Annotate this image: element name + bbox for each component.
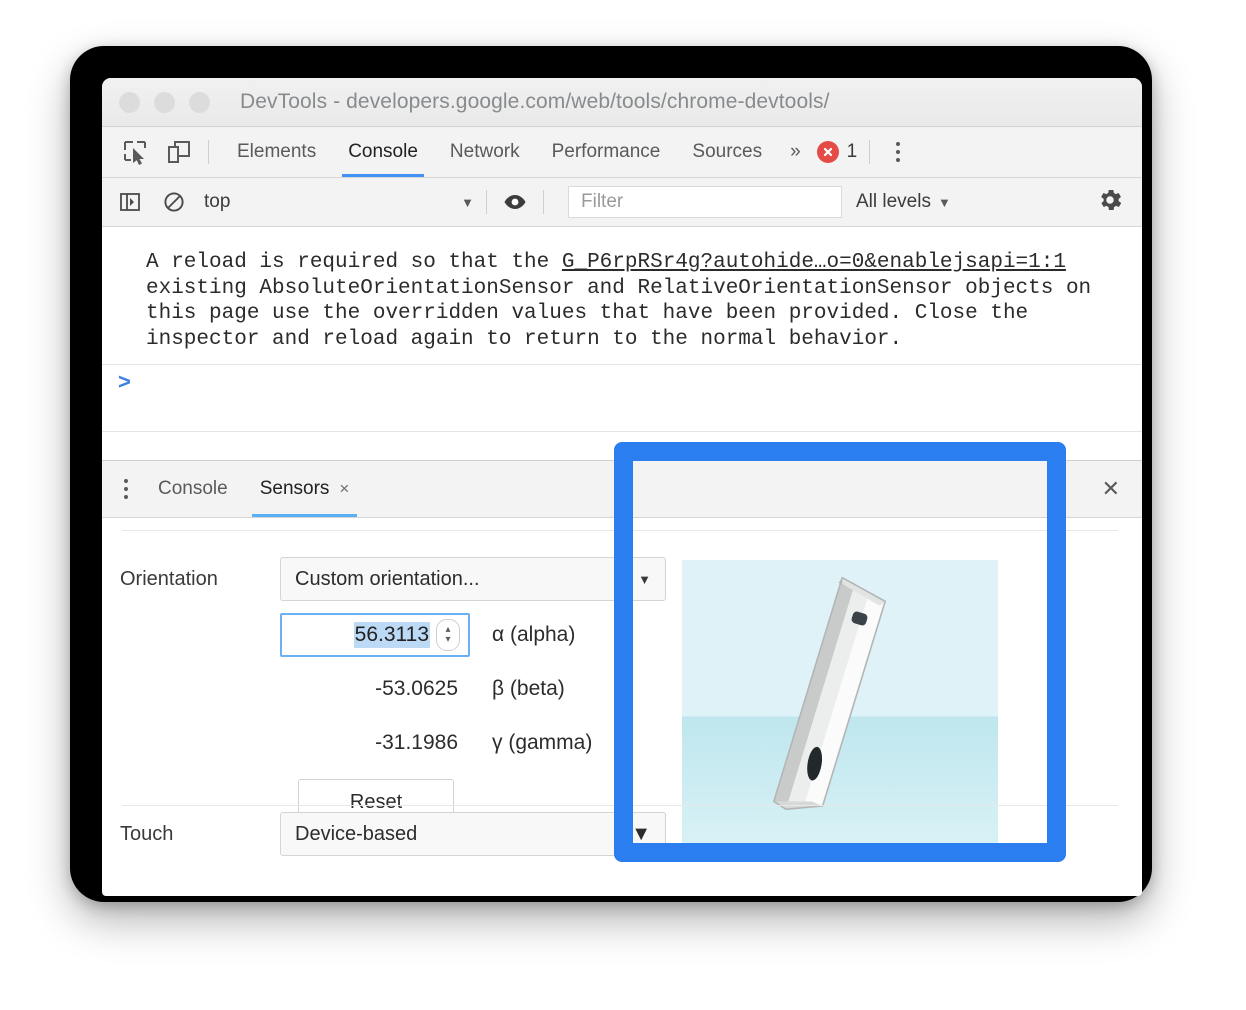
tab-network-label: Network — [449, 141, 520, 162]
console-empty-space — [102, 432, 1142, 460]
orientation-select[interactable]: Custom orientation... ▼ — [280, 557, 666, 601]
filter-input[interactable] — [579, 190, 841, 214]
more-tabs-chevron-icon[interactable]: » — [778, 141, 813, 163]
screenshot-stage: DevTools - developers.google.com/web/too… — [0, 0, 1246, 1010]
gamma-input[interactable]: -31.1986 — [280, 721, 470, 765]
sensors-top-divider — [122, 530, 1118, 531]
minimize-window-button[interactable] — [154, 91, 175, 113]
message-line-1: A reload is required so that the — [146, 251, 562, 274]
beta-value: -53.0625 — [375, 677, 458, 700]
touch-label: Touch — [120, 822, 174, 845]
console-prompt-row[interactable]: > — [102, 365, 1142, 432]
tab-performance-label: Performance — [551, 141, 661, 162]
console-toolbar-divider-2 — [543, 190, 544, 214]
title-bar: DevTools - developers.google.com/web/too… — [102, 78, 1142, 127]
console-messages: A reload is required so that the G_P6rpR… — [102, 227, 1142, 460]
devtools-tab-bar: Elements Console Network Performance Sou… — [102, 127, 1142, 178]
alpha-value: 56.3113 — [353, 622, 430, 648]
close-window-button[interactable] — [119, 91, 140, 113]
drawer-tab-bar: Console Sensors × ✕ — [102, 460, 1142, 518]
phone-model[interactable] — [682, 560, 998, 850]
main-menu-icon[interactable] — [882, 142, 914, 162]
touch-select[interactable]: Device-based ▼ — [280, 812, 666, 856]
touch-select-value: Device-based — [295, 822, 418, 845]
tab-performance[interactable]: Performance — [536, 127, 677, 177]
window-controls[interactable] — [119, 91, 210, 113]
log-level-value: All levels — [856, 191, 931, 212]
drawer-tab-sensors[interactable]: Sensors × — [244, 461, 366, 517]
drawer-menu-icon[interactable] — [124, 479, 128, 499]
stepper-up-icon[interactable]: ▴ — [445, 625, 450, 635]
live-expression-icon[interactable] — [499, 186, 531, 218]
error-icon — [816, 141, 839, 163]
clear-console-icon[interactable] — [158, 186, 190, 218]
beta-input[interactable]: -53.0625 — [280, 667, 470, 711]
show-console-sidebar-icon[interactable] — [114, 186, 146, 218]
drawer-tab-console[interactable]: Console — [142, 461, 244, 517]
tab-console-label: Console — [348, 141, 418, 162]
console-message[interactable]: A reload is required so that the G_P6rpR… — [102, 227, 1142, 365]
console-message-clipped-top — [102, 233, 1142, 247]
drawer-tab-sensors-label: Sensors — [259, 478, 330, 499]
close-drawer-icon[interactable]: ✕ — [1102, 478, 1120, 500]
drawer-tab-console-label: Console — [158, 478, 228, 499]
tabbar-divider-right — [869, 140, 871, 164]
alpha-axis-label: α (alpha) — [492, 623, 576, 646]
tab-elements[interactable]: Elements — [221, 127, 332, 177]
console-message-link[interactable]: G_P6rpRSr4g?autohide…o=0&enablejsapi=1:1 — [562, 251, 1066, 274]
console-message-text: A reload is required so that the G_P6rpR… — [102, 247, 1106, 352]
chevron-down-icon: ▼ — [638, 571, 651, 587]
alpha-input[interactable]: 56.3113 ▴ ▾ — [280, 613, 470, 657]
tab-elements-label: Elements — [237, 141, 317, 162]
tab-sources[interactable]: Sources — [676, 127, 778, 177]
sensors-bottom-divider — [122, 805, 1118, 806]
console-toolbar-divider-1 — [486, 190, 487, 214]
log-level-select[interactable]: All levels ▼ — [856, 191, 951, 213]
console-prompt-arrow-icon: > — [118, 369, 131, 394]
execution-context-value: top — [204, 191, 231, 212]
touch-row: Touch Device-based ▼ — [120, 812, 666, 856]
console-toolbar: top ▼ All levels ▼ — [102, 178, 1142, 227]
gear-icon — [1101, 189, 1122, 210]
orientation-label: Orientation — [120, 567, 218, 590]
toolbar-divider — [208, 140, 209, 164]
orientation-preview[interactable] — [682, 560, 998, 850]
gamma-value: -31.1986 — [375, 731, 458, 754]
window-title: DevTools - developers.google.com/web/too… — [240, 90, 830, 113]
beta-axis-label: β (beta) — [492, 677, 565, 700]
tab-sources-label: Sources — [692, 141, 763, 162]
chevron-down-icon: ▼ — [937, 194, 951, 210]
message-rest: existing AbsoluteOrientationSensor and R… — [146, 276, 1092, 351]
chevron-down-icon: ▼ — [461, 194, 474, 210]
gamma-axis-label: γ (gamma) — [492, 731, 593, 754]
stepper-down-icon[interactable]: ▾ — [445, 635, 450, 645]
devtools-window: DevTools - developers.google.com/web/too… — [102, 78, 1142, 896]
console-settings-button[interactable] — [1096, 186, 1124, 219]
tab-network[interactable]: Network — [434, 127, 536, 177]
filter-input-wrapper[interactable] — [568, 186, 842, 218]
chevron-down-icon: ▼ — [631, 822, 651, 845]
error-count: 1 — [846, 141, 858, 162]
execution-context-select[interactable]: top ▼ — [204, 187, 474, 217]
sensors-panel: Orientation Custom orientation... ▼ 56.3… — [102, 530, 1142, 856]
device-toolbar-icon[interactable] — [162, 135, 196, 169]
alpha-stepper[interactable]: ▴ ▾ — [436, 619, 460, 651]
tab-console[interactable]: Console — [332, 127, 434, 177]
zoom-window-button[interactable] — [189, 91, 210, 113]
inspect-element-icon[interactable] — [118, 135, 152, 169]
close-sensors-tab-icon[interactable]: × — [339, 479, 349, 499]
orientation-select-value: Custom orientation... — [295, 567, 480, 590]
error-badge[interactable]: 1 — [816, 141, 858, 163]
